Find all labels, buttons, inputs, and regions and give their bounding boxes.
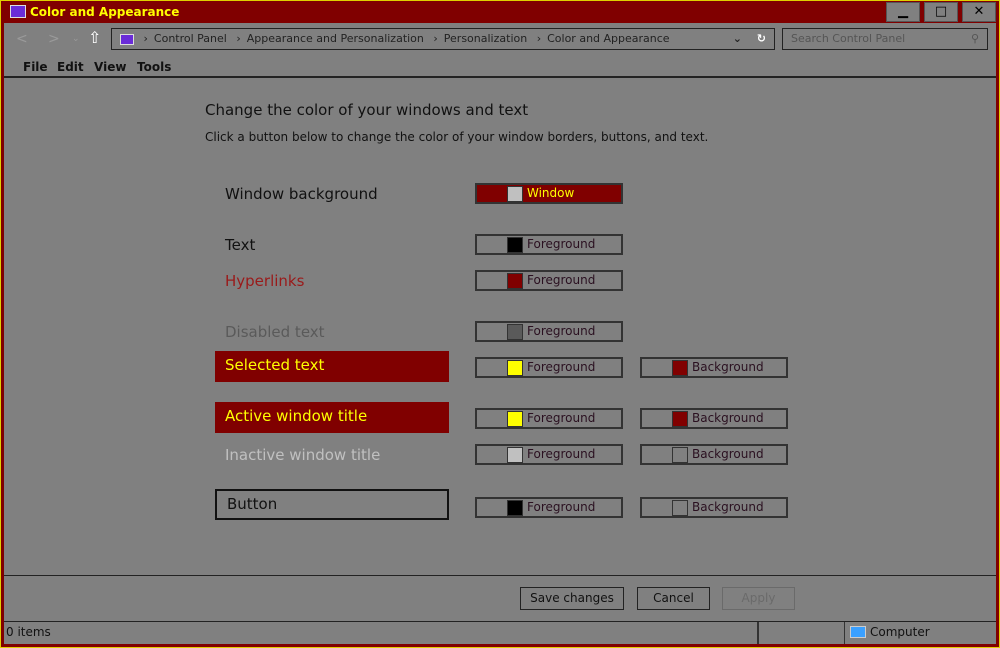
button-foreground-button[interactable]: Foreground (475, 497, 623, 518)
search-input[interactable]: Search Control Panel ⚲ (782, 28, 988, 50)
active-title-label: Active window title (215, 402, 449, 433)
text-foreground-button[interactable]: Foreground (475, 234, 623, 255)
button-label: Button (215, 489, 449, 520)
active-title-foreground-button[interactable]: Foreground (475, 408, 623, 429)
selected-text-label: Selected text (215, 351, 449, 382)
menu-view[interactable]: View (94, 60, 126, 74)
computer-icon (850, 626, 866, 638)
disabled-text-label: Disabled text (225, 323, 325, 341)
menu-edit[interactable]: Edit (57, 60, 84, 74)
item-count: 0 items (6, 625, 51, 639)
menu-file[interactable]: File (23, 60, 48, 74)
inactive-title-background-button[interactable]: Background (640, 444, 788, 465)
control-panel-icon (120, 33, 134, 45)
breadcrumb-item[interactable]: Control Panel (154, 32, 227, 45)
up-icon[interactable]: ⇧ (88, 28, 101, 47)
window-title: Color and Appearance (30, 5, 180, 19)
active-title-background-button[interactable]: Background (640, 408, 788, 429)
inactive-title-label: Inactive window title (225, 446, 381, 464)
hyperlinks-foreground-button[interactable]: Foreground (475, 270, 623, 291)
refresh-icon[interactable]: ↻ (757, 29, 766, 49)
save-changes-button[interactable]: Save changes (520, 587, 624, 610)
chevron-down-icon[interactable]: ⌄ (733, 29, 742, 49)
menu-tools[interactable]: Tools (137, 60, 171, 74)
search-placeholder: Search Control Panel (791, 32, 906, 45)
minimize-button[interactable]: ▁ (886, 2, 920, 22)
hyperlinks-label: Hyperlinks (225, 272, 305, 290)
maximize-button[interactable]: □ (924, 2, 958, 22)
location-label: Computer (870, 625, 930, 639)
status-divider (757, 622, 759, 644)
forward-icon[interactable]: > (48, 31, 60, 47)
cancel-button[interactable]: Cancel (637, 587, 710, 610)
status-divider (844, 622, 845, 644)
recent-dropdown-icon[interactable]: ⌄ (72, 34, 80, 44)
inactive-title-foreground-button[interactable]: Foreground (475, 444, 623, 465)
client-area: < > ⌄ ⇧ › Control Panel › Appearance and P… (4, 23, 996, 644)
page-description: Click a button below to change the color… (205, 130, 709, 144)
breadcrumb-item[interactable]: Personalization (444, 32, 527, 45)
disabled-foreground-button[interactable]: Foreground (475, 321, 623, 342)
apply-button[interactable]: Apply (722, 587, 795, 610)
selected-background-button[interactable]: Background (640, 357, 788, 378)
color-appearance-icon (10, 5, 26, 18)
selected-foreground-button[interactable]: Foreground (475, 357, 623, 378)
text-label: Text (225, 236, 256, 254)
back-icon[interactable]: < (16, 31, 28, 47)
address-bar[interactable]: › Control Panel › Appearance and Personali… (111, 28, 775, 50)
search-icon: ⚲ (970, 32, 979, 45)
breadcrumb-item[interactable]: Color and Appearance (547, 32, 669, 45)
divider (4, 575, 996, 576)
status-bar: 0 items Computer (4, 621, 996, 644)
title-bar[interactable]: Color and Appearance ▁ □ ✕ (2, 1, 998, 23)
navigation-bar: < > ⌄ ⇧ › Control Panel › Appearance and P… (4, 23, 996, 56)
breadcrumb-item[interactable]: Appearance and Personalization (247, 32, 424, 45)
close-button[interactable]: ✕ (962, 2, 996, 22)
menu-bar: File Edit View Tools (4, 56, 996, 78)
button-background-button[interactable]: Background (640, 497, 788, 518)
window-color-button[interactable]: Window (475, 183, 623, 204)
page-title: Change the color of your windows and tex… (205, 101, 529, 119)
window-background-label: Window background (225, 185, 378, 203)
